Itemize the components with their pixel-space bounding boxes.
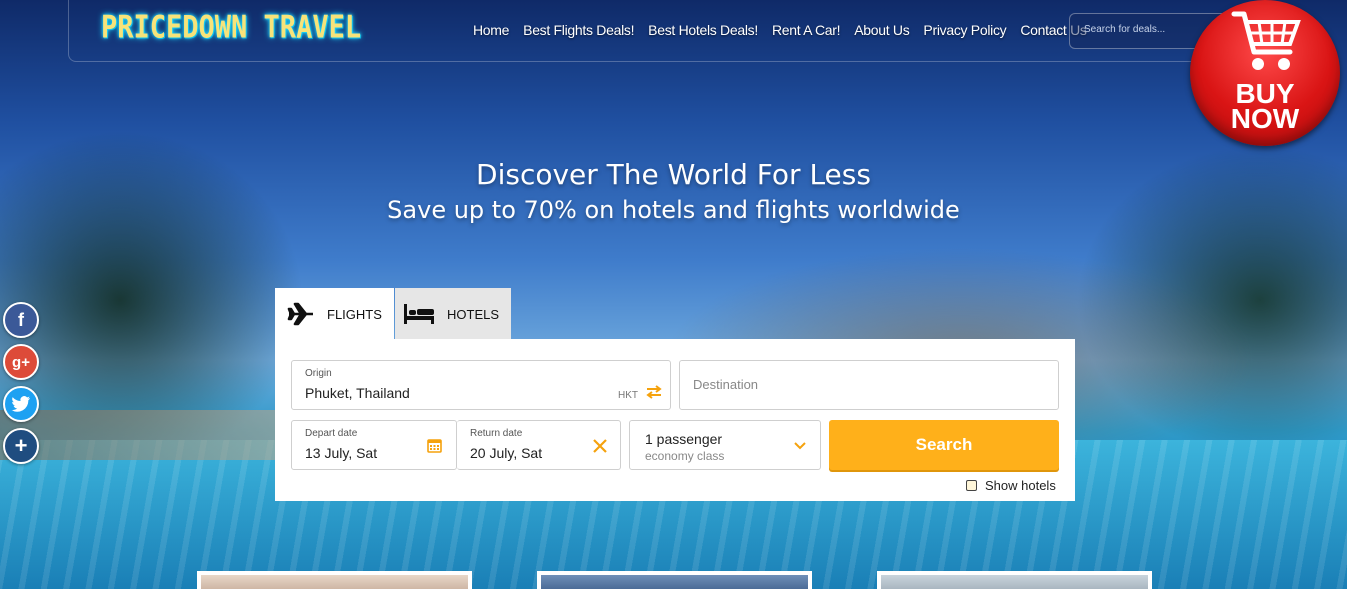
airplane-icon: [287, 302, 313, 326]
google-plus-icon: g+: [12, 353, 30, 371]
more-share-button[interactable]: +: [3, 428, 39, 464]
destination-placeholder: Destination: [693, 377, 759, 392]
clear-return-date-icon[interactable]: [592, 438, 608, 454]
facebook-icon: f: [18, 309, 24, 330]
return-date-field[interactable]: Return date 20 July, Sat: [457, 420, 621, 470]
buy-now-badge[interactable]: BUY NOW: [1190, 0, 1340, 146]
origin-value: Phuket, Thailand: [305, 385, 410, 401]
deal-card[interactable]: [197, 571, 472, 589]
site-header: PRICEDOWN TRAVEL Home Best Flights Deals…: [68, 0, 1268, 62]
nav-best-hotels-deals[interactable]: Best Hotels Deals!: [648, 22, 758, 38]
show-hotels-checkbox[interactable]: [966, 480, 977, 491]
depart-date-value: 13 July, Sat: [305, 445, 378, 461]
pool-deck-background: [0, 410, 300, 460]
main-nav: Home Best Flights Deals! Best Hotels Dea…: [473, 22, 1101, 38]
deal-card[interactable]: [537, 571, 812, 589]
nav-best-flights-deals[interactable]: Best Flights Deals!: [523, 22, 634, 38]
buy-now-line2: NOW: [1230, 103, 1300, 134]
shopping-cart-icon: [1231, 11, 1301, 70]
swap-arrows-icon[interactable]: [646, 385, 662, 399]
show-hotels-label: Show hotels: [985, 478, 1056, 493]
tab-hotels-label: HOTELS: [447, 306, 500, 322]
depart-date-label: Depart date: [305, 428, 358, 439]
hero-subtitle: Save up to 70% on hotels and flights wor…: [387, 196, 960, 224]
origin-field[interactable]: Origin Phuket, Thailand HKT: [291, 360, 671, 410]
nav-rent-a-car[interactable]: Rent A Car!: [772, 22, 841, 38]
show-hotels-option[interactable]: Show hotels: [966, 478, 1056, 493]
twitter-icon: [11, 396, 30, 412]
tab-flights-label: FLIGHTS: [327, 306, 382, 322]
facebook-share-button[interactable]: f: [3, 302, 39, 338]
google-plus-share-button[interactable]: g+: [3, 344, 39, 380]
origin-label: Origin: [305, 368, 332, 379]
deal-card[interactable]: [877, 571, 1152, 589]
nav-home[interactable]: Home: [473, 22, 509, 38]
bed-icon: [404, 304, 434, 324]
plus-icon: +: [14, 433, 28, 458]
search-button[interactable]: Search: [829, 420, 1059, 470]
passengers-select[interactable]: 1 passenger economy class: [629, 420, 821, 470]
tab-flights[interactable]: FLIGHTS: [275, 288, 394, 340]
site-logo[interactable]: PRICEDOWN TRAVEL: [101, 10, 361, 46]
hero-title: Discover The World For Less: [476, 158, 871, 191]
twitter-share-button[interactable]: [3, 386, 39, 422]
chevron-down-icon: [794, 442, 806, 450]
cabin-class: economy class: [645, 449, 725, 463]
origin-airport-code: HKT: [618, 390, 638, 401]
destination-field[interactable]: Destination: [679, 360, 1059, 410]
nav-about-us[interactable]: About Us: [854, 22, 909, 38]
return-date-value: 20 July, Sat: [470, 445, 543, 461]
tab-hotels[interactable]: HOTELS: [395, 288, 511, 340]
depart-date-field[interactable]: Depart date 13 July, Sat: [291, 420, 457, 470]
passenger-count: 1 passenger: [645, 431, 723, 447]
nav-privacy-policy[interactable]: Privacy Policy: [923, 22, 1006, 38]
calendar-icon[interactable]: [427, 438, 442, 453]
return-date-label: Return date: [470, 428, 523, 439]
